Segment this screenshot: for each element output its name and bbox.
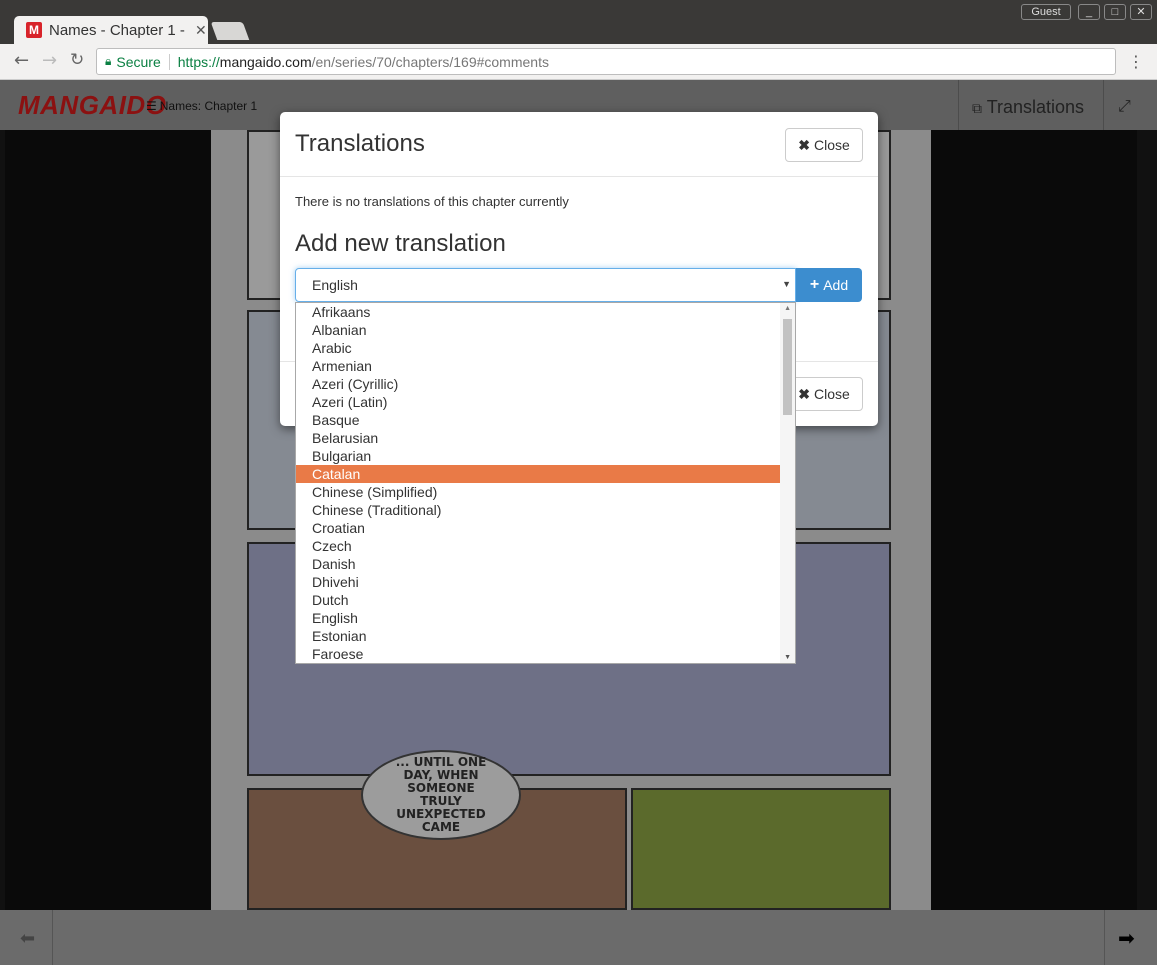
dropdown-arrow-icon: ▼ xyxy=(782,279,791,289)
dropdown-option[interactable]: Dutch xyxy=(296,591,780,609)
lock-icon: 🔒︎ xyxy=(105,54,112,68)
add-translation-heading: Add new translation xyxy=(295,230,506,257)
language-select-value: English xyxy=(312,277,358,293)
speech-bubble: ... UNTIL ONE DAY, WHEN SOMEONE TRULY UN… xyxy=(361,750,521,840)
site-logo[interactable]: MANGAIDO xyxy=(18,90,166,121)
favicon-icon: M xyxy=(26,22,42,38)
add-label: Add xyxy=(823,277,849,293)
chapter-link-label: Names: Chapter 1 xyxy=(159,99,258,113)
header-divider xyxy=(958,80,959,130)
prev-page-arrow-icon[interactable]: ⬅ xyxy=(20,928,35,949)
modal-divider xyxy=(280,176,878,177)
list-icon: ☰ xyxy=(146,99,157,113)
forward-arrow-icon[interactable]: → xyxy=(42,50,57,71)
modal-title: Translations xyxy=(295,130,425,157)
language-dropdown-list: Afrikaans Albanian Arabic Armenian Azeri (Cy… xyxy=(295,302,796,664)
plus-icon: + xyxy=(809,276,820,293)
next-page-arrow-icon[interactable]: ➡ xyxy=(1118,926,1135,950)
scroll-up-icon[interactable]: ▲ xyxy=(784,305,791,312)
dropdown-option[interactable]: Albanian xyxy=(296,321,780,339)
dropdown-option[interactable]: Croatian xyxy=(296,519,780,537)
footer-divider xyxy=(52,910,53,965)
browser-menu-icon[interactable]: ⋮ xyxy=(1128,52,1144,71)
dropdown-option[interactable]: Czech xyxy=(296,537,780,555)
close-tab-icon[interactable]: ✕ xyxy=(195,22,207,39)
dropdown-option[interactable]: Danish xyxy=(296,555,780,573)
dropdown-option[interactable]: Dhivehi xyxy=(296,573,780,591)
dropdown-scrollbar[interactable]: ▲ ▼ xyxy=(780,303,795,663)
close-icon: ✖ xyxy=(798,385,810,402)
scroll-down-icon[interactable]: ▼ xyxy=(784,654,791,661)
add-translation-button[interactable]: + Add xyxy=(796,268,862,302)
dropdown-option[interactable]: Chinese (Traditional) xyxy=(296,501,780,519)
dropdown-option[interactable]: Catalan xyxy=(296,465,780,483)
browser-titlebar: M Names - Chapter 1 - ✕ Guest _ □ ✕ xyxy=(0,0,1157,44)
reload-icon[interactable]: ↻ xyxy=(70,50,84,70)
url-scheme: https:// xyxy=(177,53,220,70)
window-close-icon[interactable]: ✕ xyxy=(1130,4,1152,20)
reader-footer: ⬅ ➡ xyxy=(0,910,1157,965)
dropdown-option[interactable]: Azeri (Latin) xyxy=(296,393,780,411)
address-bar[interactable]: 🔒︎ Secure https:// mangaido.com /en/seri… xyxy=(96,48,1116,75)
footer-divider xyxy=(1104,910,1105,965)
dropdown-option[interactable]: Faroese xyxy=(296,645,780,663)
dropdown-option[interactable]: Azeri (Cyrillic) xyxy=(296,375,780,393)
omnibox-separator xyxy=(168,53,170,70)
translate-icon: ⧉ xyxy=(972,100,982,116)
secure-label: Secure xyxy=(116,53,161,70)
close-label: Close xyxy=(813,137,850,153)
close-icon: ✖ xyxy=(798,136,810,153)
back-arrow-icon[interactable]: ← xyxy=(14,50,29,71)
modal-close-button[interactable]: ✖ Close xyxy=(785,128,863,162)
tab-title: Names - Chapter 1 - xyxy=(49,21,185,39)
language-select[interactable]: English ▼ xyxy=(295,268,796,302)
manga-panel xyxy=(631,788,891,910)
dropdown-option[interactable]: Arabic xyxy=(296,339,780,357)
dropdown-option[interactable]: Basque xyxy=(296,411,780,429)
browser-toolbar: ← → ↻ 🔒︎ Secure https:// mangaido.com /e… xyxy=(0,44,1157,80)
browser-tab[interactable]: M Names - Chapter 1 - ✕ xyxy=(14,16,208,44)
dropdown-option[interactable]: Armenian xyxy=(296,357,780,375)
url-host: mangaido.com xyxy=(219,53,312,70)
dropdown-option[interactable]: Afrikaans xyxy=(296,303,780,321)
url-path: /en/series/70/chapters/169#comments xyxy=(311,53,549,70)
dropdown-option[interactable]: Estonian xyxy=(296,627,780,645)
dropdown-options: Afrikaans Albanian Arabic Armenian Azeri (Cy… xyxy=(296,303,795,663)
translations-button[interactable]: ⧉ Translations xyxy=(972,97,1084,118)
no-translations-message: There is no translations of this chapter… xyxy=(295,194,569,209)
minimize-icon[interactable]: _ xyxy=(1078,4,1100,20)
translations-label: Translations xyxy=(986,97,1085,117)
dropdown-option[interactable]: Belarusian xyxy=(296,429,780,447)
close-label: Close xyxy=(813,386,850,402)
chapter-list-link[interactable]: ☰ Names: Chapter 1 xyxy=(146,99,257,113)
new-tab-button[interactable] xyxy=(210,22,250,40)
modal-footer-close-button[interactable]: ✖ Close xyxy=(785,377,863,411)
fullscreen-icon[interactable]: ⤢ xyxy=(1118,96,1131,116)
guest-profile-button[interactable]: Guest xyxy=(1021,4,1071,20)
dropdown-option[interactable]: Bulgarian xyxy=(296,447,780,465)
scrollbar-thumb[interactable] xyxy=(783,319,792,415)
dropdown-option[interactable]: English xyxy=(296,609,780,627)
dropdown-option[interactable]: Chinese (Simplified) xyxy=(296,483,780,501)
maximize-icon[interactable]: □ xyxy=(1104,4,1126,20)
header-divider xyxy=(1103,80,1104,130)
